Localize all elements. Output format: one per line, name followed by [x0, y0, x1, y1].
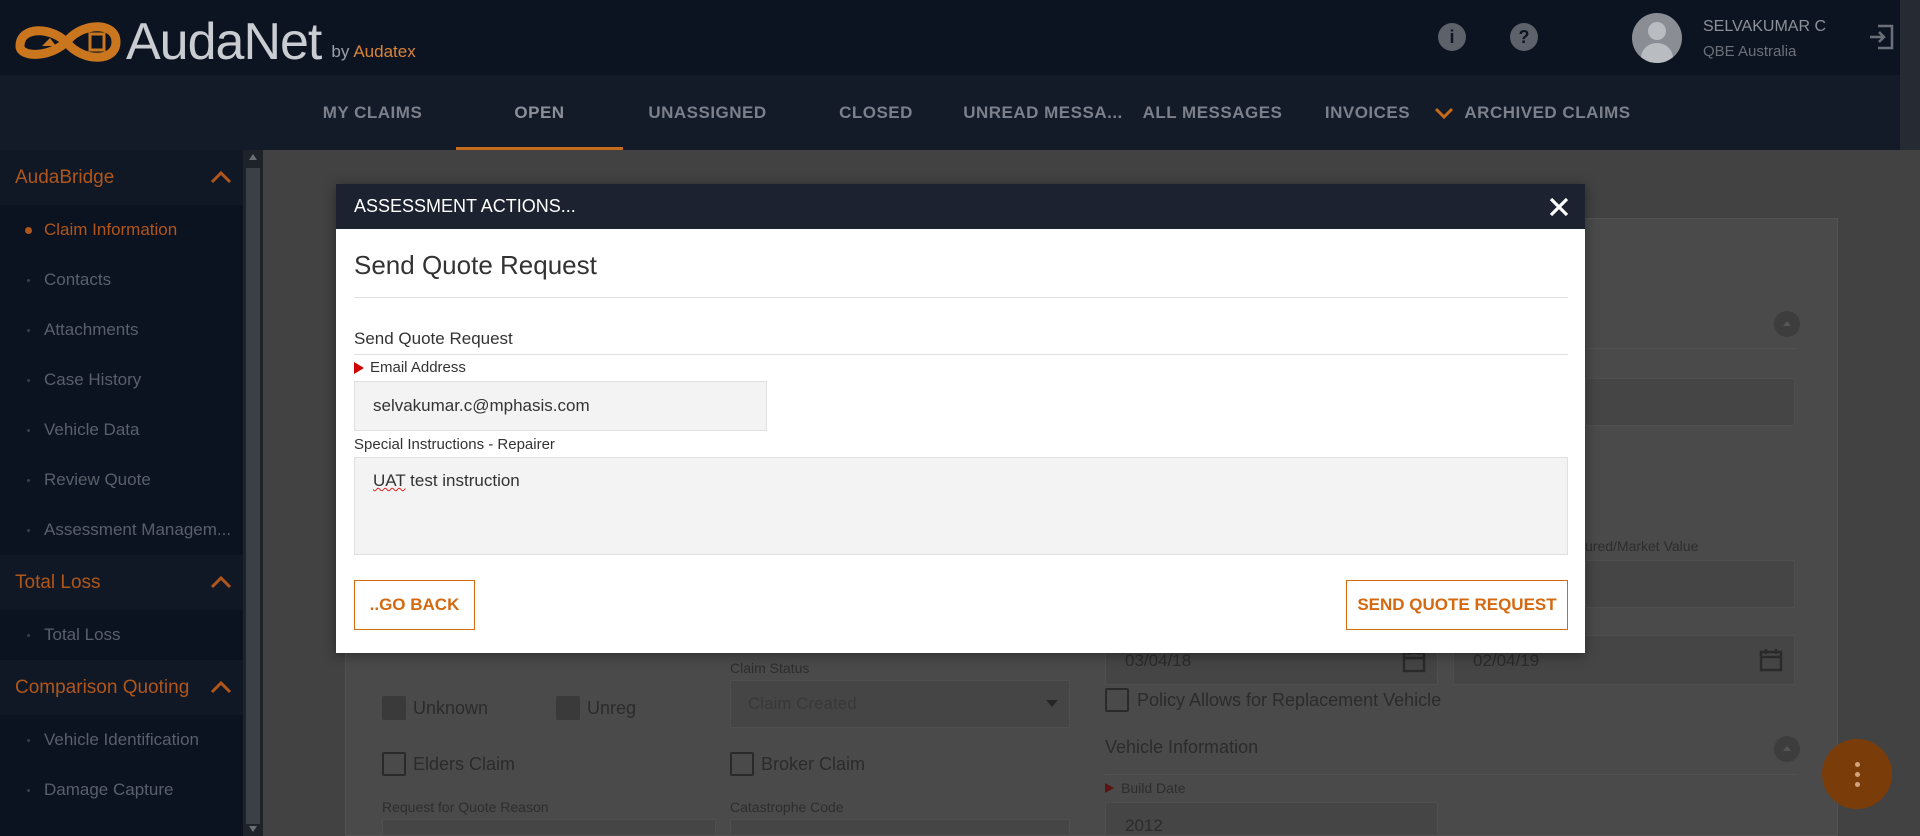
divider [354, 297, 1568, 298]
special-instructions-textarea[interactable]: UAT test instruction [354, 457, 1568, 555]
background-field[interactable] [1585, 378, 1795, 426]
spellcheck-word: UAT [373, 471, 406, 490]
audanet-logo[interactable]: AudaNet by Audatex [12, 8, 416, 68]
main-nav: MY CLAIMS OPEN UNASSIGNED CLOSED UNREAD … [0, 75, 1900, 150]
elders-claim-label: Elders Claim [413, 754, 516, 774]
divider [354, 354, 1568, 355]
tab-all-messages[interactable]: ALL MESSAGES [1140, 75, 1285, 150]
more-actions-button[interactable] [1822, 739, 1892, 809]
checkbox-unreg-label: Unreg [587, 698, 637, 718]
modal-header: ASSESSMENT ACTIONS... [336, 184, 1585, 229]
broker-claim-label: Broker Claim [761, 754, 866, 774]
insured-value-field[interactable] [1585, 560, 1795, 608]
instructions-text: test instruction [405, 471, 520, 490]
checkbox-broker-claim[interactable] [730, 752, 754, 776]
tab-invoices[interactable]: INVOICES [1320, 75, 1415, 150]
top-bar: AudaNet by Audatex i ? SELVAKUMAR C QBE A… [0, 0, 1900, 75]
chevron-up-icon[interactable] [209, 166, 233, 190]
insured-value-label: ured/Market Value [1585, 538, 1699, 554]
section-label: Send Quote Request [354, 329, 513, 348]
dot [1855, 762, 1860, 767]
chevron-down-icon[interactable] [1046, 700, 1058, 708]
catastrophe-code-label: Catastrophe Code [730, 799, 844, 815]
required-marker [354, 362, 364, 374]
logo-byline: by Audatex [331, 42, 415, 62]
email-field[interactable] [354, 381, 767, 431]
chevron-down-icon[interactable] [1434, 103, 1454, 123]
tab-open[interactable]: OPEN [456, 75, 623, 150]
user-name: SELVAKUMAR C [1703, 18, 1826, 35]
avatar[interactable] [1632, 13, 1682, 63]
chevron-up-icon[interactable] [209, 571, 233, 595]
info-icon[interactable]: i [1438, 23, 1466, 51]
logo-by-word: by [331, 42, 350, 61]
sidebar-section-title: AudaBridge [15, 167, 115, 188]
request-reason-field[interactable] [382, 819, 716, 836]
collapse-icon[interactable] [1774, 311, 1800, 337]
checkbox-unknown-label: Unknown [413, 698, 489, 718]
sidebar: AudaBridge Claim Information Contacts At… [0, 150, 243, 836]
modal-title: Send Quote Request [354, 250, 597, 280]
checkbox-unknown[interactable] [382, 696, 406, 720]
window-edge [1900, 0, 1920, 150]
sidebar-item-case-history[interactable]: Case History [0, 355, 243, 405]
sidebar-item-assessment-management[interactable]: Assessment Managem... [0, 505, 243, 555]
sidebar-section-title: Total Loss [15, 572, 101, 593]
logout-icon[interactable] [1868, 24, 1896, 50]
logo-text: AudaNet [126, 13, 322, 71]
logo-brand: Audatex [353, 42, 416, 61]
sidebar-scrollbar[interactable] [243, 150, 263, 836]
dot [1855, 782, 1860, 787]
user-org: QBE Australia [1703, 43, 1797, 60]
checkbox-unreg[interactable] [556, 696, 580, 720]
claim-status-label: Claim Status [730, 660, 810, 676]
vehicle-information-heading: Vehicle Information [1105, 737, 1259, 757]
sidebar-item-claim-information[interactable]: Claim Information [0, 205, 243, 255]
sidebar-section-comparison-quoting[interactable]: Comparison Quoting [0, 660, 243, 715]
build-date-value: 2012 [1125, 816, 1163, 835]
modal-header-title: ASSESSMENT ACTIONS... [354, 196, 576, 216]
dot [1855, 772, 1860, 777]
tab-unread-messages[interactable]: UNREAD MESSA... [962, 75, 1124, 150]
sidebar-item-vehicle-identification[interactable]: Vehicle Identification [0, 715, 243, 765]
send-quote-request-button[interactable]: SEND QUOTE REQUEST [1346, 580, 1568, 630]
sidebar-item-total-loss[interactable]: Total Loss [0, 610, 243, 660]
scroll-down-arrow-icon[interactable] [249, 826, 257, 832]
go-back-button[interactable]: ..GO BACK [354, 580, 475, 630]
sidebar-item-review-quote[interactable]: Review Quote [0, 455, 243, 505]
sidebar-section-title: Comparison Quoting [15, 677, 190, 698]
date-value-2: 02/04/19 [1473, 651, 1540, 670]
date-value-1: 03/04/18 [1125, 651, 1192, 670]
divider [1105, 774, 1797, 775]
tab-my-claims[interactable]: MY CLAIMS [310, 75, 435, 150]
special-instructions-label: Special Instructions - Repairer [354, 436, 555, 453]
sidebar-section-total-loss[interactable]: Total Loss [0, 555, 243, 610]
collapse-icon[interactable] [1774, 736, 1800, 762]
chevron-up-icon[interactable] [209, 676, 233, 700]
policy-replacement-label: Policy Allows for Replacement Vehicle [1137, 690, 1442, 710]
required-marker [1105, 783, 1114, 793]
tab-unassigned[interactable]: UNASSIGNED [640, 75, 775, 150]
checkbox-elders-claim[interactable] [382, 752, 406, 776]
tab-archived-claims[interactable]: ARCHIVED CLAIMS [1460, 75, 1635, 150]
logo-mark-icon [15, 22, 121, 62]
sidebar-item-attachments[interactable]: Attachments [0, 305, 243, 355]
scroll-up-arrow-icon[interactable] [249, 154, 257, 160]
calendar-icon[interactable] [1759, 648, 1783, 672]
tab-closed[interactable]: CLOSED [822, 75, 930, 150]
sidebar-section-audabridge[interactable]: AudaBridge [0, 150, 243, 205]
request-reason-label: Request for Quote Reason [382, 799, 549, 815]
checkbox-policy-replacement[interactable] [1105, 688, 1129, 712]
sidebar-item-vehicle-data[interactable]: Vehicle Data [0, 405, 243, 455]
email-label: Email Address [370, 359, 466, 376]
close-icon[interactable] [1547, 195, 1571, 219]
catastrophe-code-field[interactable] [730, 819, 1070, 836]
claim-status-value: Claim Created [748, 694, 857, 713]
sidebar-item-damage-capture[interactable]: Damage Capture [0, 765, 243, 815]
scrollbar-thumb[interactable] [246, 168, 260, 824]
sidebar-item-contacts[interactable]: Contacts [0, 255, 243, 305]
help-icon[interactable]: ? [1510, 23, 1538, 51]
build-date-label: Build Date [1121, 780, 1186, 796]
assessment-actions-modal: ASSESSMENT ACTIONS... Send Quote Request… [336, 184, 1585, 653]
